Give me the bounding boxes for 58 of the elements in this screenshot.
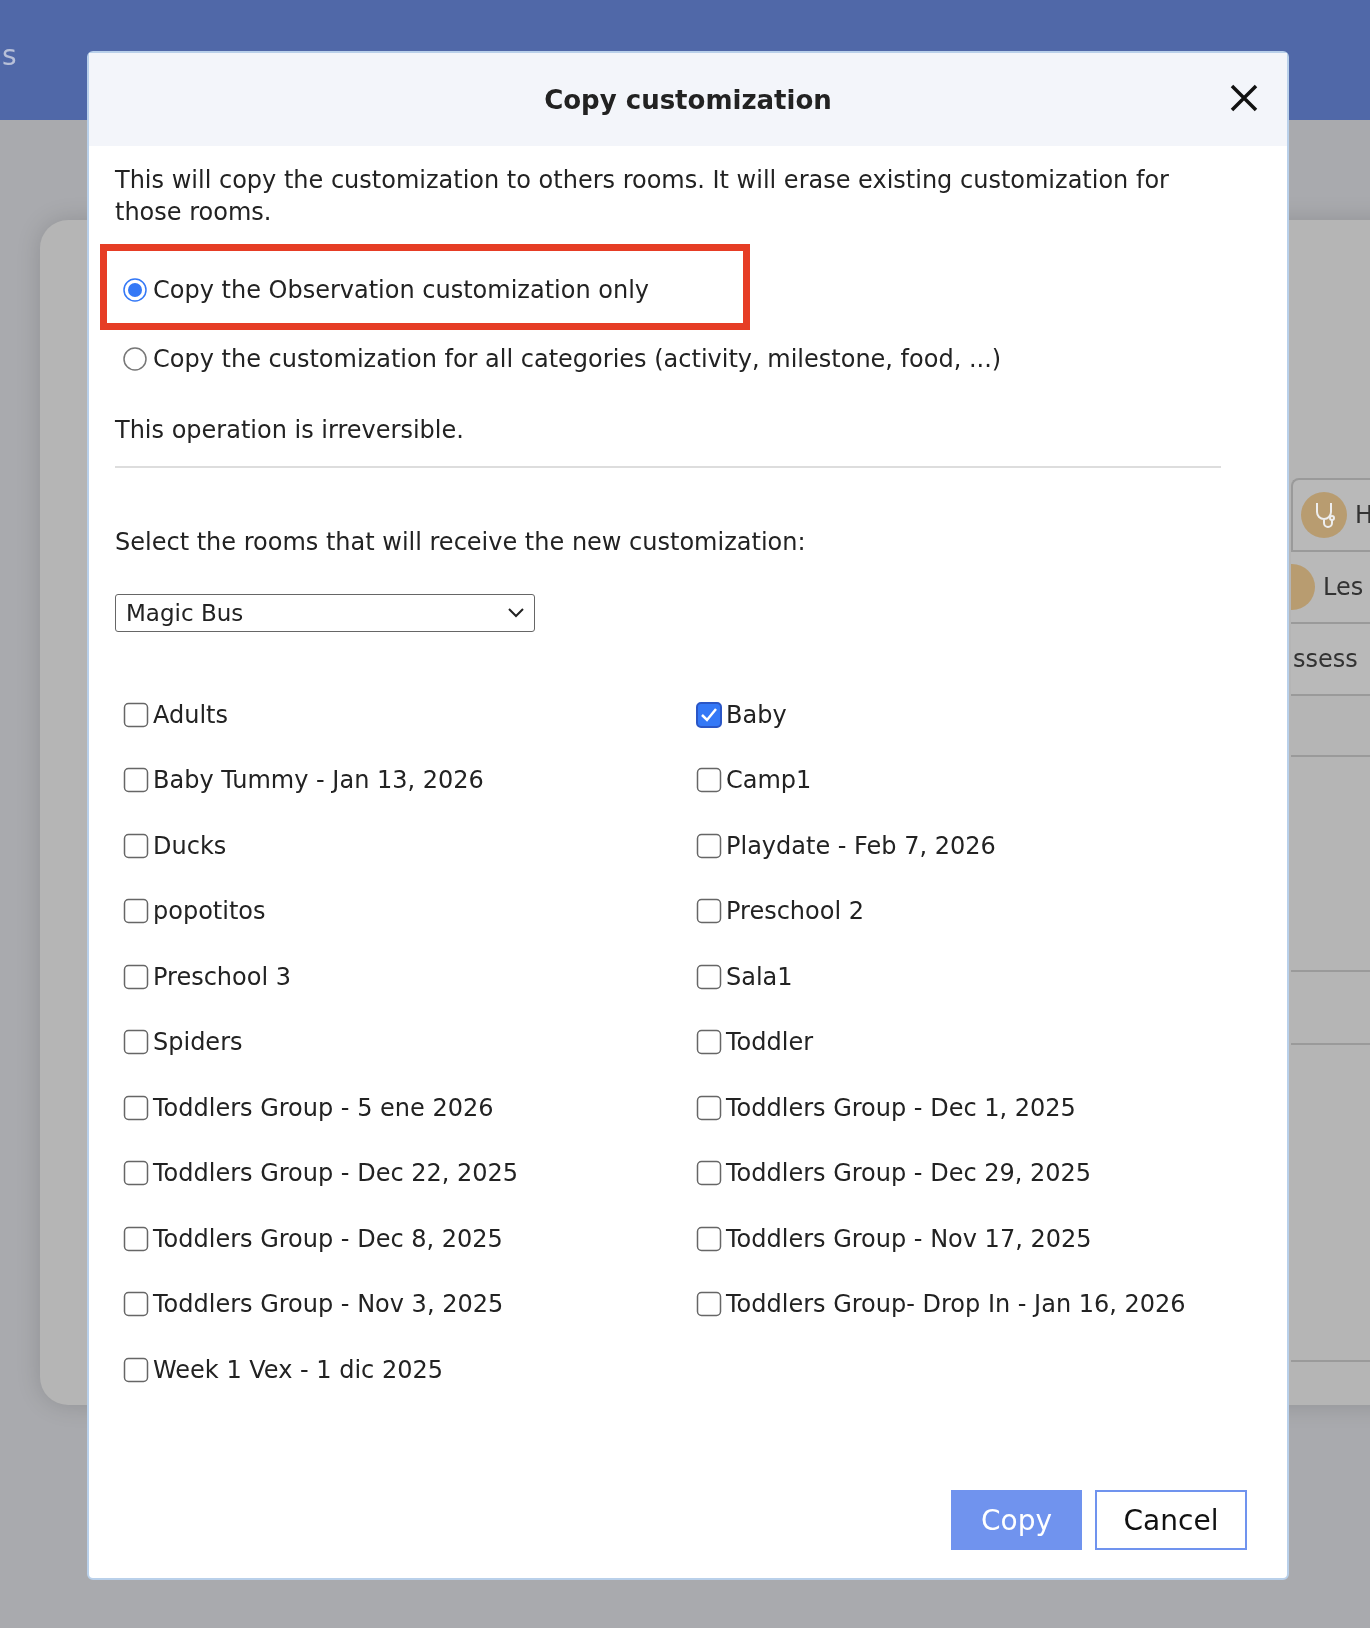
room-label: Preschool 2: [726, 897, 864, 926]
checkbox[interactable]: [696, 832, 722, 859]
checkbox[interactable]: [696, 963, 722, 990]
checkbox[interactable]: [696, 1160, 722, 1187]
room-label: Playdate - Feb 7, 2026: [726, 831, 996, 860]
room-label: Adults: [153, 700, 229, 729]
room-label: Ducks: [153, 831, 227, 860]
room-label: Sala1: [726, 962, 793, 991]
room-label: Toddlers Group - 5 ene 2026: [153, 1093, 494, 1122]
checkbox[interactable]: [696, 701, 722, 728]
checkbox[interactable]: [696, 1225, 722, 1252]
checkbox[interactable]: [123, 701, 149, 728]
room-label: Toddlers Group - Dec 22, 2025: [153, 1159, 519, 1188]
room-label: Toddlers Group - Dec 1, 2025: [726, 1093, 1076, 1122]
checkbox[interactable]: [123, 898, 149, 925]
dialog-title: Copy customization: [544, 84, 832, 115]
room-label: Week 1 Vex - 1 dic 2025: [153, 1355, 443, 1384]
checkbox[interactable]: [123, 1356, 149, 1383]
rooms-prompt: Select the rooms that will receive the new customization:: [115, 527, 807, 558]
room-label: Baby Tummy - Jan 13, 2026: [153, 766, 484, 795]
side-tab[interactable]: Les: [1291, 552, 1370, 624]
room-label: Toddler: [726, 1028, 814, 1057]
checkbox[interactable]: [696, 1291, 722, 1318]
room-label: Toddlers Group - Dec 8, 2025: [153, 1224, 503, 1253]
checkbox[interactable]: [123, 767, 149, 794]
chevron-icon: [508, 608, 524, 618]
room-label: popotitos: [153, 897, 266, 926]
checkbox[interactable]: [696, 1094, 722, 1121]
side-tab[interactable]: H: [1291, 478, 1370, 552]
room-label: Camp1: [726, 766, 812, 795]
side-tab[interactable]: ssess: [1291, 624, 1370, 696]
option-label: Copy the Observation customization only: [153, 276, 650, 304]
checkbox[interactable]: [696, 898, 722, 925]
checkbox[interactable]: [123, 1160, 149, 1187]
checkbox[interactable]: [696, 1029, 722, 1056]
checkbox[interactable]: [123, 1094, 149, 1121]
room-label: Toddlers Group - Nov 17, 2025: [726, 1224, 1092, 1253]
stethoscope-icon: [1301, 492, 1347, 538]
room-label: Preschool 3: [153, 962, 291, 991]
checkbox[interactable]: [123, 1291, 149, 1318]
room-label: Toddlers Group- Drop In - Jan 16, 2026: [726, 1290, 1186, 1319]
checkbox[interactable]: [123, 832, 149, 859]
option-label: Copy the customization for all categories (activity, milestone, food, ...): [153, 345, 1002, 373]
room-label: Baby: [726, 700, 787, 729]
intro-text: This will copy the customization to others rooms. It will erase existing customization for those rooms.: [115, 165, 1170, 228]
cancel-button[interactable]: Cancel: [1095, 1490, 1247, 1550]
close-icon[interactable]: [1229, 83, 1259, 113]
checkbox[interactable]: [696, 767, 722, 794]
warning-text: This operation is irreversible.: [115, 415, 465, 446]
room-label: Spiders: [153, 1028, 243, 1057]
checkbox[interactable]: [123, 1225, 149, 1252]
checkbox[interactable]: [123, 963, 149, 990]
checkbox[interactable]: [123, 1029, 149, 1056]
room-label: Toddlers Group - Nov 3, 2025: [153, 1290, 504, 1319]
radio-button[interactable]: [123, 347, 147, 371]
room-label: Toddlers Group - Dec 29, 2025: [726, 1159, 1092, 1188]
radio-button[interactable]: [123, 278, 147, 302]
room-dropdown[interactable]: Magic Bus: [115, 594, 535, 632]
